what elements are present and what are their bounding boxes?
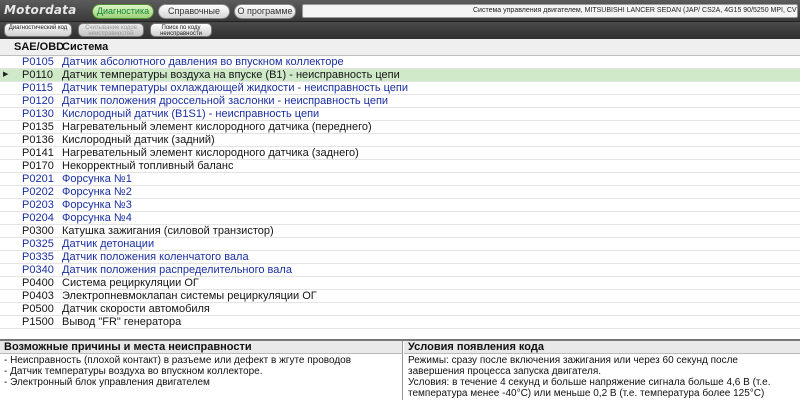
table-row[interactable]: P0130 Кислородный датчик (B1S1) - неиспра… [0, 108, 800, 121]
fault-description: Вывод "FR" генератора [62, 316, 182, 328]
fault-description: Датчик абсолютного давления во впускном … [62, 56, 344, 68]
table-row[interactable]: P0204 Форсунка №4 [0, 212, 800, 225]
toolbar: Диагностический код Считывание кодов неи… [0, 22, 800, 39]
search-by-code-button[interactable]: Поиск по коду неисправности [150, 23, 212, 37]
fault-description: Форсунка №4 [62, 212, 132, 224]
fault-code: P0135 [22, 121, 54, 133]
tab-diagnostics[interactable]: Диагностика [92, 4, 154, 19]
fault-code: P0136 [22, 134, 54, 146]
fault-code: P0203 [22, 199, 54, 211]
tab-reference-data[interactable]: Справочные данные [158, 4, 230, 29]
fault-code: P0202 [22, 186, 54, 198]
table-row[interactable]: P0403 Электропневмоклапан системы рецирку… [0, 290, 800, 303]
diagnostic-code-button[interactable]: Диагностический код [4, 23, 72, 37]
table-row[interactable]: P0170 Некорректный топливный баланс [0, 160, 800, 173]
cause-line: - Датчик температуры воздуха во впускном… [4, 366, 263, 377]
fault-description: Катушка зажигания (силовой транзистор) [62, 225, 274, 237]
table-body: P0105 Датчик абсолютного давления во впус… [0, 56, 800, 329]
fault-description: Датчик положения коленчатого вала [62, 251, 249, 263]
fault-code: P0110 [22, 69, 53, 81]
vehicle-info: Система управления двигателем, MITSUBISH… [302, 4, 798, 18]
fault-code: P0500 [22, 303, 54, 315]
fault-description: Датчик положения распределительного вала [62, 264, 292, 276]
cause-line: - Неисправность (плохой контакт) в разъе… [4, 355, 352, 366]
fault-description: Кислородный датчик (B1S1) - неисправност… [62, 108, 320, 120]
condition-line: Условия: в течение 4 секунд и больше нап… [408, 377, 771, 399]
row-selector-icon: ▶ [3, 70, 9, 78]
table-row[interactable]: ▶ P0110 Датчик температуры воздуха на впус… [0, 69, 800, 82]
table-row[interactable]: P0120 Датчик положения дроссельной заслон… [0, 95, 800, 108]
app-logo: Motordata [4, 3, 77, 17]
fault-description: Датчик скорости автомобиля [62, 303, 210, 315]
fault-description: Кислородный датчик (задний) [62, 134, 215, 146]
fault-code: P0115 [22, 82, 53, 94]
causes-panel: Возможные причины и места неисправности … [0, 341, 403, 400]
table-row[interactable]: P0500 Датчик скорости автомобиля [0, 303, 800, 316]
read-fault-codes-button[interactable]: Считывание кодов неисправностей [78, 23, 144, 37]
fault-code: P0105 [22, 56, 54, 68]
fault-code: P0204 [22, 212, 54, 224]
fault-code: P0120 [22, 95, 54, 107]
causes-panel-body: - Неисправность (плохой контакт) в разъе… [0, 354, 402, 389]
column-header-system[interactable]: Система [62, 41, 108, 53]
fault-code: P0325 [22, 238, 54, 250]
table-row[interactable]: P1500 Вывод "FR" генератора [0, 316, 800, 329]
conditions-panel-body: Режимы: сразу после включения зажигания … [404, 354, 800, 400]
tab-about[interactable]: О программе [234, 4, 296, 19]
fault-code: P0403 [22, 290, 54, 302]
fault-description: Датчик температуры воздуха на впуске (B1… [62, 69, 400, 81]
details-area: Возможные причины и места неисправности … [0, 339, 800, 400]
table-header: SAE/OBD Система [0, 39, 800, 56]
fault-description: Датчик положения дроссельной заслонки - … [62, 95, 389, 107]
table-row[interactable]: P0202 Форсунка №2 [0, 186, 800, 199]
fault-code: P0141 [22, 147, 54, 159]
fault-code: P0340 [22, 264, 54, 276]
table-row[interactable]: P0300 Катушка зажигания (силовой транзист… [0, 225, 800, 238]
conditions-panel-title: Условия появления кода [404, 341, 800, 354]
table-row[interactable]: P0400 Система рециркуляции ОГ [0, 277, 800, 290]
table-row[interactable]: P0105 Датчик абсолютного давления во впус… [0, 56, 800, 69]
conditions-panel: Условия появления кода Режимы: сразу пос… [404, 341, 800, 400]
table-row[interactable]: P0325 Датчик детонации [0, 238, 800, 251]
fault-description: Форсунка №1 [62, 173, 132, 185]
condition-line: Режимы: сразу после включения зажигания … [408, 355, 738, 377]
table-row[interactable]: P0340 Датчик положения распределительного… [0, 264, 800, 277]
table-row[interactable]: P0201 Форсунка №1 [0, 173, 800, 186]
fault-code: P0170 [22, 160, 54, 172]
fault-description: Форсунка №3 [62, 199, 132, 211]
table-row[interactable]: P0141 Нагревательный элемент кислородного… [0, 147, 800, 160]
fault-description: Нагревательный элемент кислородного датч… [62, 121, 372, 133]
table-row[interactable]: P0203 Форсунка №3 [0, 199, 800, 212]
fault-description: Электропневмоклапан системы рециркуляции… [62, 290, 317, 302]
fault-code: P0300 [22, 225, 54, 237]
cause-line: - Электронный блок управления двигателем [4, 377, 210, 388]
table-row[interactable]: P0335 Датчик положения коленчатого вала [0, 251, 800, 264]
fault-code: P1500 [22, 316, 54, 328]
fault-code: P0130 [22, 108, 54, 120]
fault-code: P0201 [22, 173, 54, 185]
table-row[interactable]: P0136 Кислородный датчик (задний) [0, 134, 800, 147]
causes-panel-title: Возможные причины и места неисправности [0, 341, 402, 354]
fault-code: P0335 [22, 251, 54, 263]
top-bar: Motordata Диагностика Справочные данные … [0, 0, 800, 29]
fault-description: Нагревательный элемент кислородного датч… [62, 147, 359, 159]
fault-description: Датчик температуры охлаждающей жидкости … [62, 82, 409, 94]
fault-description: Форсунка №2 [62, 186, 132, 198]
table-row[interactable]: P0115 Датчик температуры охлаждающей жидк… [0, 82, 800, 95]
column-header-code[interactable]: SAE/OBD [14, 41, 64, 53]
fault-description: Некорректный топливный баланс [62, 160, 234, 172]
table-row[interactable]: P0135 Нагревательный элемент кислородного… [0, 121, 800, 134]
fault-description: Датчик детонации [62, 238, 155, 250]
fault-code: P0400 [22, 277, 54, 289]
fault-description: Система рециркуляции ОГ [62, 277, 199, 289]
fault-code-table: SAE/OBD Система P0105 Датчик абсолютного … [0, 39, 800, 338]
